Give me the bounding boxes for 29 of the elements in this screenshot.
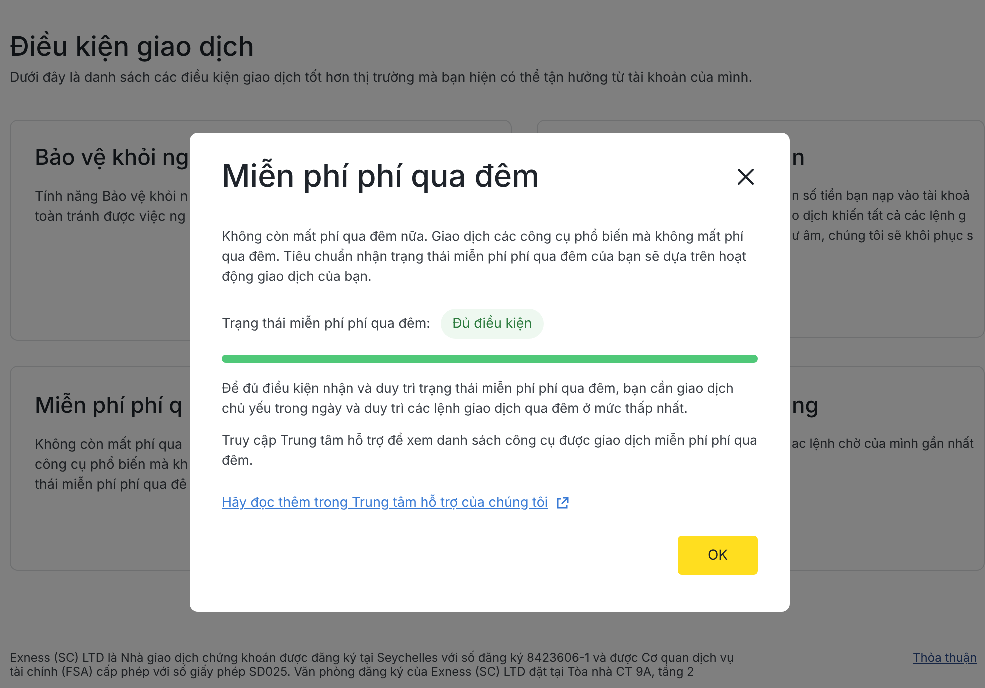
help-link[interactable]: Hãy đọc thêm trong Trung tâm hỗ trợ của chúng tôi <box>222 495 548 511</box>
card-text: ac lệnh chờ của mình gần nhất <box>792 435 974 454</box>
card-text: Tính năng Bảo vệ khỏi n <box>35 188 188 207</box>
dialog-title: Miễn phí phí qua đêm <box>222 157 540 197</box>
footer-text: tài chính (FSA) cấp phép với số giấy phép SD025. Văn phòng đăng ký của Exness (SC) LTD đặt tại Tòa nhà CT 9A, tầng 2 <box>10 665 694 679</box>
external-link-icon[interactable] <box>556 496 570 510</box>
card-title: n <box>792 144 806 173</box>
card-text: công cụ phổ biến mà kh <box>35 456 188 475</box>
card-title: Bảo vệ khỏi ng <box>35 144 190 173</box>
dialog-text: Để đủ điều kiện nhận và duy trì trạng thái miễn phí phí qua đêm, bạn cần giao dịch chủ yếu trong ngày và duy trì các lệnh giao dịch qua đêm ở mức thấp nhất. <box>222 380 735 419</box>
card-text: thái miễn phí phí qua đê <box>35 476 188 495</box>
close-button[interactable] <box>738 169 754 185</box>
status-badge: Đủ điều kiện <box>440 309 544 339</box>
status-label: Trạng thái miễn phí phí qua đêm: <box>222 316 431 332</box>
page-subtitle: Dưới đây là danh sách các điều kiện giao dịch tốt hơn thị trường mà bạn hiện có thể tận hưởng từ tài khoản của mình. <box>10 70 754 86</box>
footer-link[interactable]: Thỏa thuận <box>913 651 978 679</box>
card-text: n số tiền bạn nạp vào tài khoả <box>792 187 970 206</box>
card-title: Miễn phí phí q <box>35 392 183 421</box>
ok-button[interactable]: OK <box>678 536 758 575</box>
close-icon <box>738 169 754 185</box>
dialog-text: Không còn mất phí qua đêm nữa. Giao dịch các công cụ phổ biến mà không mất phí qua đêm. Tiêu chuẩn nhận trạng thái miễn phí phí qua đêm của bạn sẽ dựa trên hoạt động giao dịch của bạn. <box>222 228 748 287</box>
card-text: toàn tránh được việc ng <box>35 208 186 227</box>
page-title: Điều kiện giao dịch <box>10 30 256 64</box>
card-text: ư âm, chúng tôi sẽ khôi phục s <box>792 228 974 246</box>
footer-text: Exness (SC) LTD là Nhà giao dịch chứng khoán được đăng ký tại Seychelles với số đăng ký 8423606-1 và được Cơ quan dịch vụ <box>10 651 734 665</box>
dialog-text: Truy cập Trung tâm hỗ trợ để xem danh sách công cụ được giao dịch miễn phí phí qua đêm. <box>222 432 758 471</box>
card-title: ng <box>792 392 819 421</box>
card-text: Không còn mất phí qua <box>35 436 183 455</box>
card-text: o dịch khiến tất cả các lệnh g <box>792 207 966 226</box>
